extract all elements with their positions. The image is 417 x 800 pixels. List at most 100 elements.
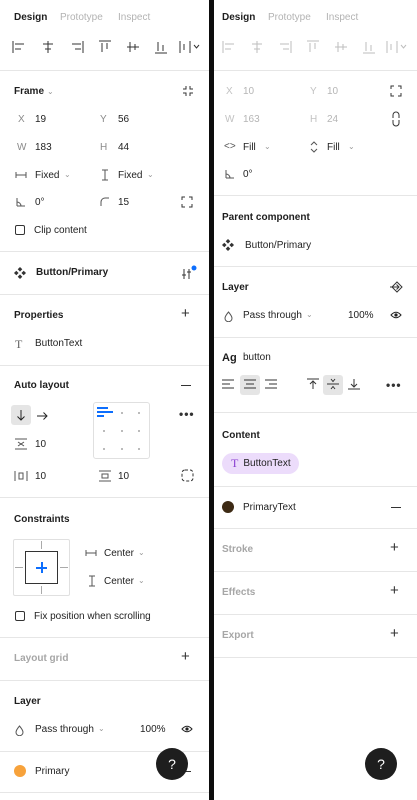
distribute-spacing-icon[interactable] [179, 40, 201, 54]
constraints-widget[interactable] [13, 539, 70, 596]
blend-mode-select[interactable]: Pass through [35, 724, 94, 735]
component-settings-icon[interactable] [181, 265, 197, 281]
help-button[interactable]: ? [156, 748, 188, 780]
constraint-left[interactable] [15, 567, 23, 568]
add-export-icon[interactable]: + [390, 626, 399, 641]
fill-style-name[interactable]: Primary [35, 766, 69, 777]
component-name[interactable]: Button/Primary [36, 267, 108, 278]
grid-dot[interactable] [121, 412, 123, 414]
more-text-options-icon[interactable]: ••• [386, 379, 402, 391]
align-bottom-icon[interactable] [154, 40, 168, 54]
add-stroke-icon[interactable]: + [390, 540, 399, 555]
grid-dot[interactable] [103, 448, 105, 450]
align-vertical-center-icon[interactable] [126, 40, 140, 54]
item-spacing-field[interactable]: 10 [35, 439, 46, 450]
arrow-right-icon[interactable] [36, 411, 48, 421]
align-right-icon[interactable] [70, 40, 84, 54]
align-top-icon[interactable] [98, 40, 112, 54]
chevron-down-icon[interactable]: ⌄ [138, 576, 145, 585]
align-horizontal-center-icon[interactable] [250, 40, 264, 54]
align-left-icon[interactable] [222, 40, 236, 54]
opacity-field[interactable]: 100% [348, 310, 374, 321]
eye-icon[interactable] [390, 311, 402, 319]
grid-dot[interactable] [121, 430, 123, 432]
align-text-bottom-icon[interactable] [348, 378, 360, 390]
constrain-proportions-icon[interactable] [391, 111, 401, 127]
constraint-right[interactable] [60, 567, 68, 568]
text-align-left-icon[interactable] [222, 379, 234, 389]
arrow-down-icon[interactable] [16, 409, 26, 421]
rotation-field[interactable]: 0° [243, 169, 253, 180]
chevron-down-icon[interactable]: ⌄ [47, 87, 54, 96]
text-style-name[interactable]: button [243, 352, 271, 363]
tab-prototype[interactable]: Prototype [60, 12, 103, 23]
vertical-padding-field[interactable]: 10 [118, 471, 129, 482]
x-field[interactable]: 10 [243, 86, 254, 97]
alignment-grid[interactable] [93, 402, 150, 459]
chevron-down-icon[interactable]: ⌄ [138, 548, 145, 557]
chevron-down-icon[interactable]: ⌄ [98, 724, 105, 733]
remove-auto-layout-icon[interactable] [181, 385, 191, 386]
constraint-top[interactable] [41, 541, 42, 549]
resize-to-fit-icon[interactable] [182, 85, 194, 97]
tab-prototype[interactable]: Prototype [268, 12, 311, 23]
text-align-center-icon[interactable] [244, 379, 256, 389]
help-button[interactable]: ? [365, 748, 397, 780]
horizontal-padding-field[interactable]: 10 [35, 471, 46, 482]
fill-style-name[interactable]: PrimaryText [243, 502, 296, 513]
grid-dot[interactable] [121, 448, 123, 450]
clip-content-checkbox[interactable] [15, 225, 25, 235]
width-field[interactable]: 183 [35, 142, 52, 153]
property-item[interactable]: ButtonText [35, 338, 82, 349]
width-mode-select[interactable]: Fixed [35, 170, 59, 181]
add-layout-grid-icon[interactable]: + [181, 649, 190, 664]
text-align-right-icon[interactable] [265, 379, 277, 389]
remove-fill-icon[interactable] [391, 507, 401, 508]
independent-corners-icon[interactable] [181, 196, 193, 208]
align-vertical-center-icon[interactable] [334, 40, 348, 54]
frame-section-title[interactable]: Frame [14, 86, 44, 97]
individual-padding-icon[interactable] [181, 469, 194, 482]
height-mode-select[interactable]: Fill [327, 142, 340, 153]
chevron-down-icon[interactable]: ⌄ [264, 142, 271, 151]
width-field[interactable]: 163 [243, 114, 260, 125]
height-field[interactable]: 24 [327, 114, 338, 125]
blend-mode-select[interactable]: Pass through [243, 310, 302, 321]
tab-inspect[interactable]: Inspect [118, 12, 150, 23]
fill-swatch[interactable] [222, 501, 234, 513]
more-options-icon[interactable]: ••• [179, 408, 195, 420]
grid-dot[interactable] [138, 412, 140, 414]
go-to-main-component-icon[interactable] [389, 280, 403, 294]
align-text-top-icon[interactable] [307, 378, 319, 390]
x-field[interactable]: 19 [35, 114, 46, 125]
tab-design[interactable]: Design [14, 12, 47, 23]
fill-swatch[interactable] [14, 765, 26, 777]
align-bottom-icon[interactable] [362, 40, 376, 54]
y-field[interactable]: 56 [118, 114, 129, 125]
add-effect-icon[interactable]: + [390, 583, 399, 598]
constraint-bottom[interactable] [41, 586, 42, 594]
tab-design[interactable]: Design [222, 12, 255, 23]
vertical-constraint-select[interactable]: Center [104, 576, 134, 587]
content-property-pill[interactable]: T ButtonText [222, 453, 299, 474]
chevron-down-icon[interactable]: ⌄ [64, 170, 71, 179]
align-horizontal-center-icon[interactable] [41, 40, 55, 54]
align-left-icon[interactable] [12, 40, 26, 54]
eye-icon[interactable] [181, 725, 193, 733]
align-top-icon[interactable] [306, 40, 320, 54]
distribute-spacing-icon[interactable] [386, 40, 408, 54]
grid-dot[interactable] [138, 430, 140, 432]
align-text-middle-icon[interactable] [327, 378, 339, 390]
corner-radius-field[interactable]: 15 [118, 197, 129, 208]
add-property-icon[interactable]: + [181, 306, 190, 321]
grid-dot[interactable] [103, 430, 105, 432]
horizontal-constraint-select[interactable]: Center [104, 548, 134, 559]
width-mode-select[interactable]: Fill [243, 142, 256, 153]
opacity-field[interactable]: 100% [140, 724, 166, 735]
resize-to-fit-icon[interactable] [390, 85, 402, 97]
height-mode-select[interactable]: Fixed [118, 170, 142, 181]
height-field[interactable]: 44 [118, 142, 129, 153]
parent-component-name[interactable]: Button/Primary [245, 240, 311, 251]
constraint-center-vertical[interactable] [41, 562, 43, 573]
align-right-icon[interactable] [278, 40, 292, 54]
